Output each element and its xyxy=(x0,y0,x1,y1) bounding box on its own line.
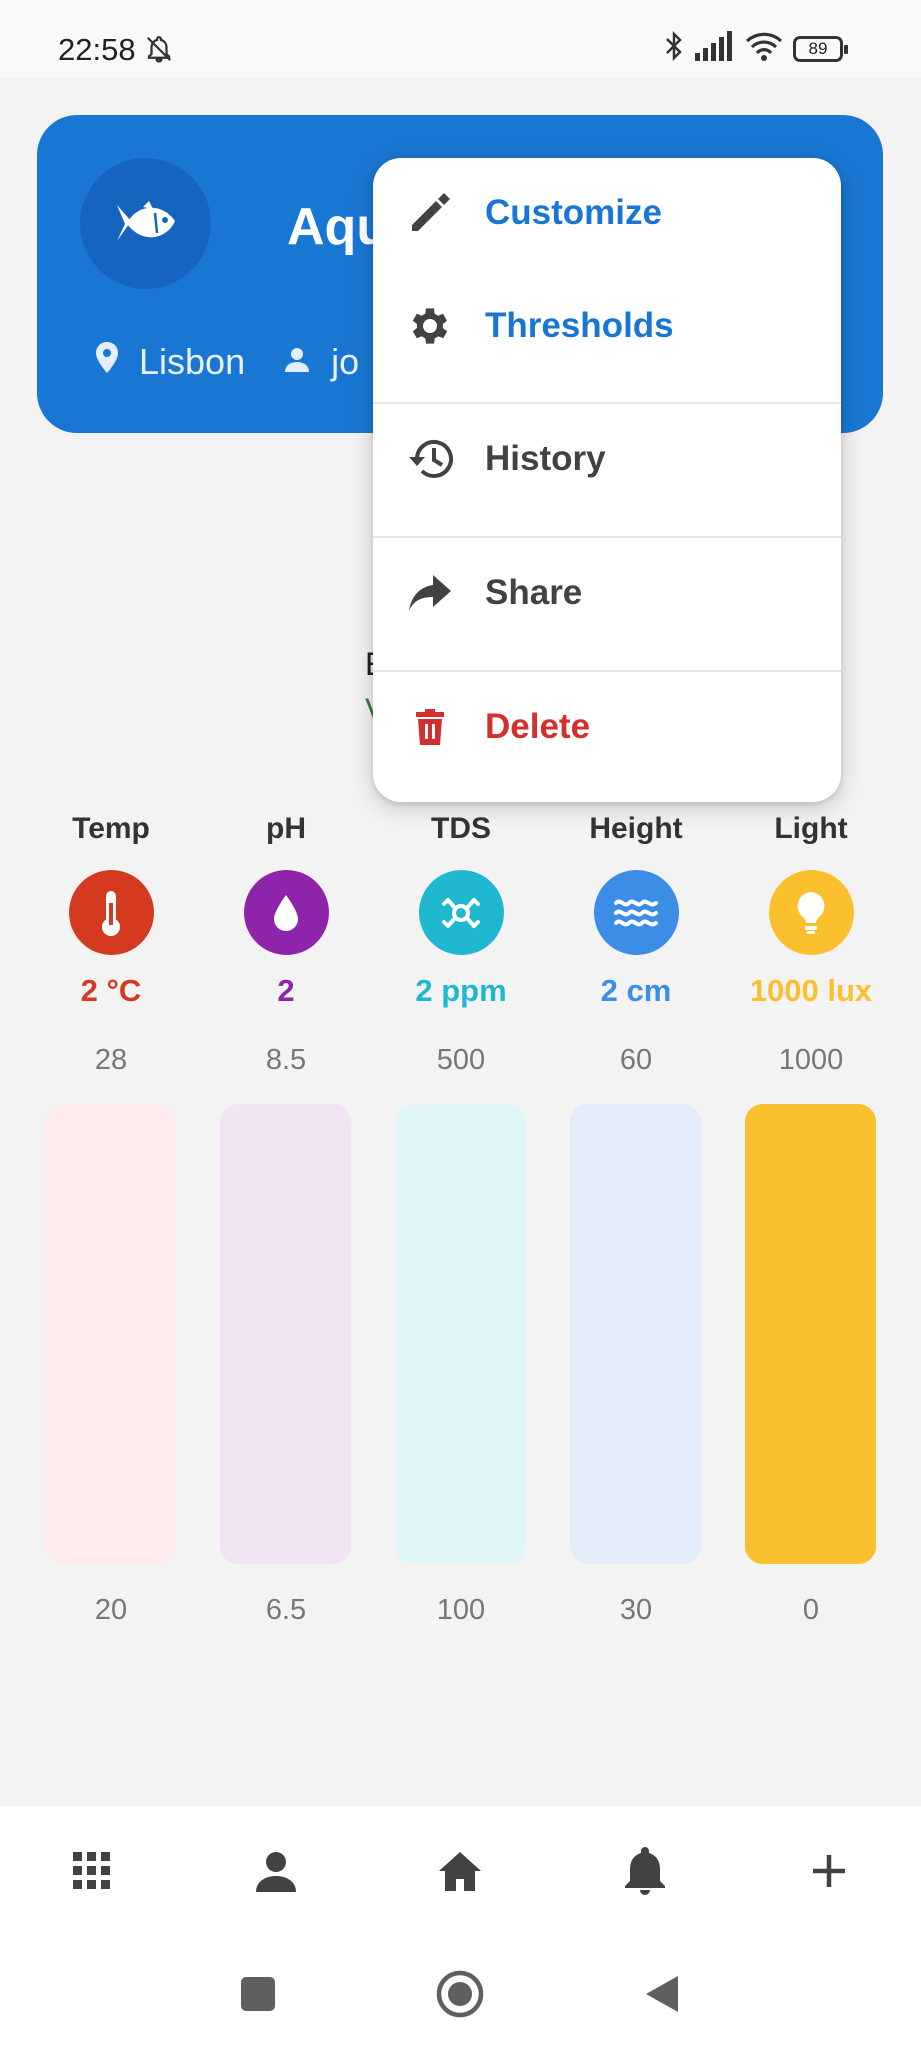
apps-grid-icon[interactable] xyxy=(42,1821,142,1921)
user-label: jo xyxy=(331,341,360,382)
sensor-value: 2 cm xyxy=(600,973,672,1008)
pencil-icon xyxy=(401,191,459,235)
menu-item-history[interactable]: History xyxy=(373,404,841,514)
thermometer-icon xyxy=(68,870,154,955)
menu-item-delete[interactable]: Delete xyxy=(373,672,841,782)
sensor-bar xyxy=(395,1104,526,1564)
sensor-height[interactable]: Height 2 cm 60 30 xyxy=(561,812,711,1626)
sensor-bar xyxy=(745,1104,876,1564)
location-pin-icon xyxy=(95,341,119,383)
status-time: 22:58 xyxy=(58,32,136,67)
gear-icon xyxy=(401,302,459,350)
menu-label: Delete xyxy=(485,707,591,746)
sensor-max: 8.5 xyxy=(265,1044,307,1076)
user-info: jo xyxy=(283,341,359,383)
battery-icon: 89 xyxy=(793,35,848,62)
sensor-value: 2 °C xyxy=(80,973,142,1008)
menu-label: Share xyxy=(485,573,583,612)
menu-label: Customize xyxy=(485,193,662,232)
plus-icon[interactable] xyxy=(779,1821,879,1921)
sensor-max: 28 xyxy=(94,1044,128,1076)
share-icon xyxy=(401,573,459,613)
sensor-max: 1000 xyxy=(778,1044,844,1076)
sensor-name: Light xyxy=(774,812,848,845)
sensor-name: pH xyxy=(266,812,306,845)
sensor-min: 30 xyxy=(619,1594,653,1626)
bluetooth-icon xyxy=(663,30,685,67)
sensor-value: 2 ppm xyxy=(415,973,507,1008)
person-icon[interactable] xyxy=(226,1821,326,1921)
sensor-bar xyxy=(570,1104,701,1564)
menu-label: Thresholds xyxy=(485,306,674,345)
location-info: Lisbon xyxy=(95,341,245,383)
menu-item-share[interactable]: Share xyxy=(373,538,841,648)
person-icon xyxy=(283,341,311,383)
sensor-light[interactable]: Light 1000 lux 1000 0 xyxy=(736,812,886,1626)
menu-label: History xyxy=(485,439,606,478)
wifi-icon xyxy=(745,31,783,66)
sensor-temp[interactable]: Temp 2 °C 28 20 xyxy=(36,812,186,1626)
sensor-min: 100 xyxy=(436,1594,486,1626)
bulb-icon xyxy=(768,870,854,955)
sensor-bar xyxy=(220,1104,351,1564)
bell-icon[interactable] xyxy=(595,1821,695,1921)
drop-icon xyxy=(243,870,329,955)
home-circle-icon[interactable] xyxy=(430,1964,490,2024)
sensor-min: 0 xyxy=(802,1594,820,1626)
location-label: Lisbon xyxy=(139,341,246,382)
sensor-name: Height xyxy=(589,812,683,845)
status-bar: 22:58 89 xyxy=(0,0,921,78)
waves-icon xyxy=(593,870,679,955)
fish-icon xyxy=(80,158,211,289)
sensor-min: 20 xyxy=(94,1594,128,1626)
sensor-bar-fill xyxy=(745,1104,876,1564)
context-menu: Customize Thresholds History Share Delet… xyxy=(373,158,841,802)
sensor-name: TDS xyxy=(431,812,491,845)
sensor-min: 6.5 xyxy=(265,1594,307,1626)
sensor-tds[interactable]: TDS 2 ppm 500 100 xyxy=(386,812,536,1626)
molecule-icon xyxy=(418,870,504,955)
history-icon xyxy=(401,436,459,482)
device-meta: Lisbon jo xyxy=(95,341,359,383)
bell-off-icon xyxy=(144,34,174,69)
sensor-ph[interactable]: pH 2 8.5 6.5 xyxy=(211,812,361,1626)
sensor-value: 2 xyxy=(277,973,295,1008)
back-triangle-icon[interactable] xyxy=(632,1964,692,2024)
signal-icon xyxy=(695,31,735,66)
home-icon[interactable] xyxy=(410,1821,510,1921)
sensor-value: 1000 lux xyxy=(749,973,873,1008)
trash-icon xyxy=(401,709,459,745)
sensor-max: 500 xyxy=(436,1044,486,1076)
sensor-name: Temp xyxy=(72,812,150,845)
sensor-max: 60 xyxy=(619,1044,653,1076)
system-nav xyxy=(0,1936,921,2048)
menu-item-thresholds[interactable]: Thresholds xyxy=(373,271,841,381)
sensor-bar xyxy=(45,1104,176,1564)
recents-square-icon[interactable] xyxy=(228,1964,288,2024)
bottom-nav xyxy=(0,1806,921,1936)
menu-item-customize[interactable]: Customize xyxy=(373,158,841,268)
